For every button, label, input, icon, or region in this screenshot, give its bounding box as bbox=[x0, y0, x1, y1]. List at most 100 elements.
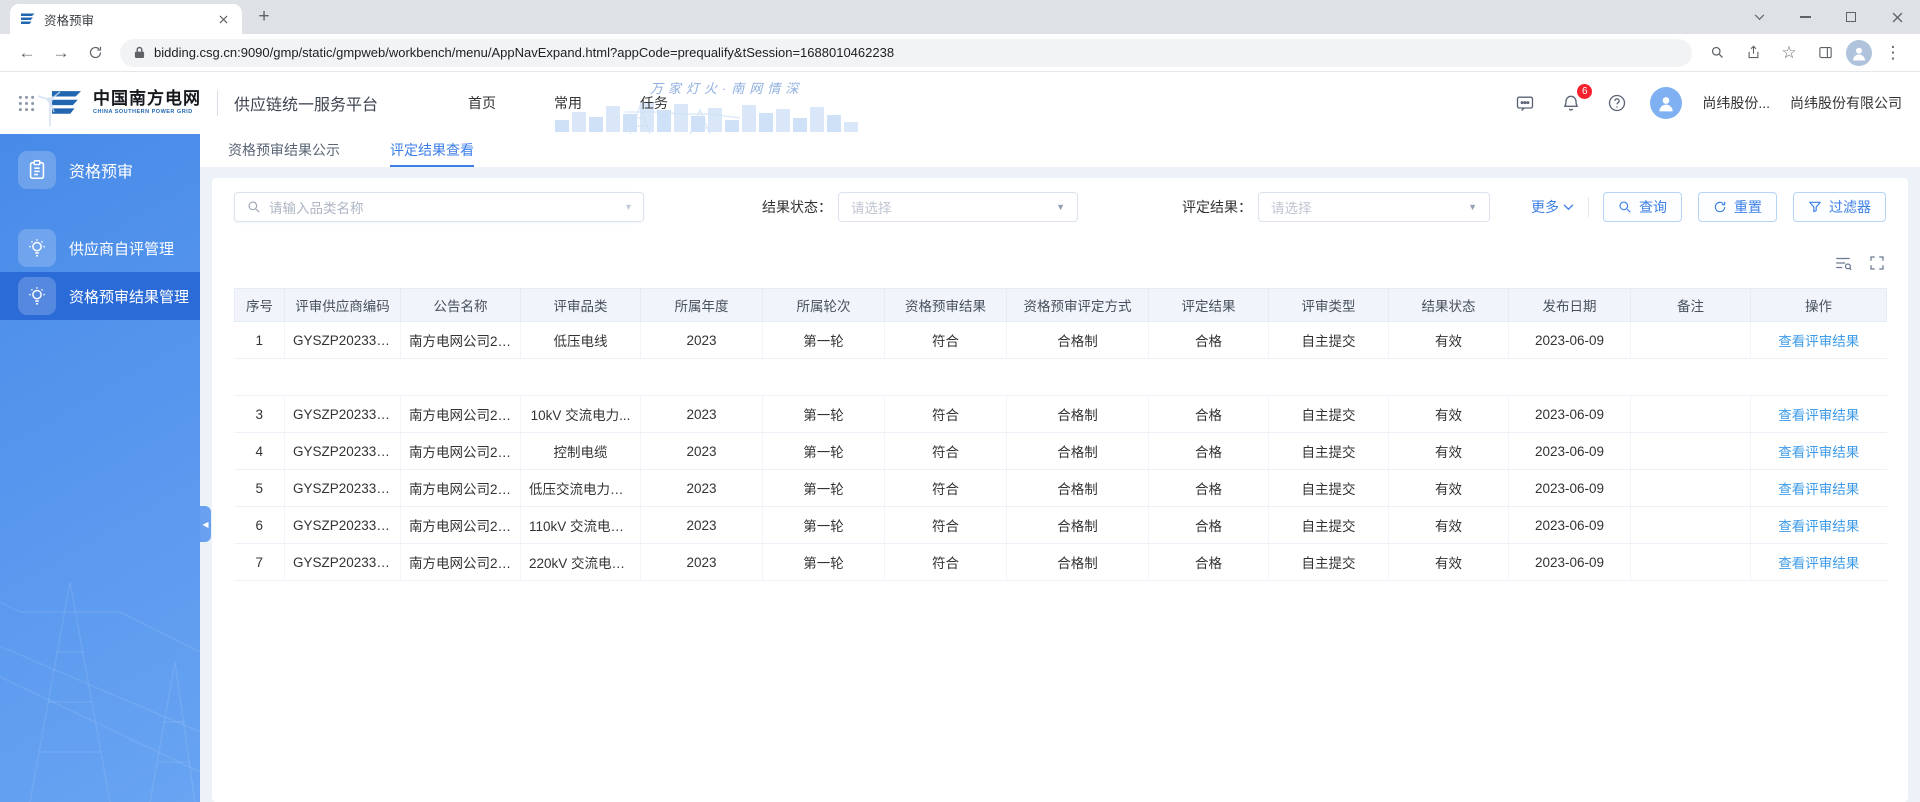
bookmark-star-icon[interactable]: ☆ bbox=[1774, 38, 1804, 68]
table-cell: 2023-06-09 bbox=[1508, 543, 1631, 581]
browser-url-bar: ← → bidding.csg.cn:9090/gmp/static/gmpwe… bbox=[0, 34, 1920, 72]
content-area: 资格预审结果公示 评定结果查看 请输入品类名称 ▾ 结果状态： 请选择 ▼ 评定… bbox=[200, 134, 1920, 802]
share-icon[interactable] bbox=[1738, 38, 1768, 68]
close-window-button[interactable] bbox=[1874, 0, 1920, 34]
table-cell: 合格 bbox=[1148, 469, 1269, 507]
message-icon[interactable] bbox=[1512, 90, 1538, 116]
table-settings-icon[interactable] bbox=[1834, 254, 1852, 272]
minimize-button[interactable] bbox=[1782, 0, 1828, 34]
table-cell: 第一轮 bbox=[762, 543, 885, 581]
view-review-result-link[interactable]: 查看评审结果 bbox=[1778, 556, 1859, 571]
table-row: 4 GYSZP20233535 南方电网公司20... 控制电缆 2023 第一轮 符合 合格… bbox=[234, 432, 1887, 470]
menu-kebab-icon[interactable]: ⋮ bbox=[1878, 38, 1908, 68]
table-cell bbox=[1630, 432, 1751, 470]
view-review-result-link[interactable]: 查看评审结果 bbox=[1778, 408, 1859, 423]
sidebar-collapse-handle[interactable]: ◀ bbox=[200, 506, 211, 542]
table-cell: 2023 bbox=[640, 469, 763, 507]
profile-avatar[interactable] bbox=[1846, 39, 1872, 66]
sidebar-item-prequalification-result-management[interactable]: 资格预审结果管理 bbox=[0, 272, 200, 320]
search-category-input[interactable]: 请输入品类名称 ▾ bbox=[234, 192, 644, 222]
tab-prequalification-result-publicity[interactable]: 资格预审结果公示 bbox=[228, 134, 340, 167]
user-name[interactable]: 尚纬股份... bbox=[1702, 93, 1770, 113]
column-header: 资格预审评定方式 bbox=[1006, 288, 1149, 322]
tab-title: 资格预审 bbox=[44, 13, 95, 28]
table-cell bbox=[1630, 543, 1751, 581]
more-button[interactable]: 更多 bbox=[1531, 197, 1574, 217]
view-review-result-link[interactable]: 查看评审结果 bbox=[1778, 334, 1859, 349]
maximize-button[interactable] bbox=[1828, 0, 1874, 34]
table-cell bbox=[1630, 395, 1751, 433]
reset-label: 重置 bbox=[1734, 199, 1762, 215]
table-cell: 6 bbox=[234, 506, 285, 544]
side-panel-icon[interactable] bbox=[1810, 38, 1840, 68]
nav-tasks[interactable]: 任务 bbox=[640, 93, 668, 113]
bulb-icon bbox=[18, 277, 56, 315]
table-head-row: 序号 评审供应商编码 公告名称 评审品类 所属年度 所属轮次 资格预审结果 资格预审评定方式评… bbox=[234, 288, 1887, 322]
table-cell: 合格 bbox=[1148, 543, 1269, 581]
table-cell: 符合 bbox=[884, 469, 1007, 507]
view-review-result-link[interactable]: 查看评审结果 bbox=[1778, 519, 1859, 534]
result-status-select[interactable]: 请选择 ▼ bbox=[838, 192, 1078, 222]
forward-button[interactable]: → bbox=[46, 38, 76, 68]
zoom-icon[interactable] bbox=[1702, 38, 1732, 68]
table-cell: 1 bbox=[234, 321, 285, 359]
nav-home[interactable]: 首页 bbox=[468, 93, 496, 113]
tab-evaluation-result-view[interactable]: 评定结果查看 bbox=[390, 134, 474, 167]
search-placeholder: 请输入品类名称 bbox=[269, 201, 364, 216]
url-text: bidding.csg.cn:9090/gmp/static/gmpweb/wo… bbox=[154, 45, 895, 60]
table-cell: GYSZP20233538 bbox=[284, 395, 401, 433]
table-cell: 2023-06-09 bbox=[1508, 432, 1631, 470]
tab-search-chevron-icon[interactable] bbox=[1736, 0, 1782, 34]
address-field[interactable]: bidding.csg.cn:9090/gmp/static/gmpweb/wo… bbox=[120, 38, 1692, 67]
table-cell: 南方电网公司20... bbox=[400, 469, 521, 507]
table-cell: 4 bbox=[234, 432, 285, 470]
query-button[interactable]: 查询 bbox=[1603, 192, 1682, 222]
browser-tab[interactable]: 资格预审 bbox=[10, 4, 242, 34]
company-name[interactable]: 尚纬股份有限公司 bbox=[1790, 93, 1902, 113]
column-header: 评审品类 bbox=[520, 288, 641, 322]
caret-down-icon: ▼ bbox=[1056, 202, 1065, 212]
new-tab-button[interactable]: + bbox=[250, 3, 278, 31]
nav-common[interactable]: 常用 bbox=[554, 93, 582, 113]
evaluation-result-select[interactable]: 请选择 ▼ bbox=[1258, 192, 1490, 222]
column-header: 所属轮次 bbox=[762, 288, 885, 322]
column-header: 备注 bbox=[1630, 288, 1751, 322]
column-header: 评定结果 bbox=[1148, 288, 1269, 322]
table-cell-action: 查看评审结果 bbox=[1750, 506, 1887, 544]
table-cell-action: 查看评审结果 bbox=[1750, 543, 1887, 581]
user-avatar[interactable] bbox=[1650, 87, 1683, 119]
csg-logo: 中国南方电网 CHINA SOUTHERN POWER GRID bbox=[49, 89, 201, 117]
reload-button[interactable] bbox=[80, 38, 110, 68]
header-divider bbox=[217, 90, 218, 116]
help-icon[interactable] bbox=[1604, 90, 1630, 116]
table-cell: 合格 bbox=[1148, 395, 1269, 433]
column-header: 序号 bbox=[234, 288, 285, 322]
table-cell: 合格 bbox=[1148, 506, 1269, 544]
table-cell: 自主提交 bbox=[1268, 432, 1389, 470]
sidebar-item-label: 资格预审 bbox=[69, 164, 134, 181]
close-tab-icon[interactable] bbox=[214, 10, 232, 28]
table-cell: GYSZP20233536 bbox=[284, 469, 401, 507]
filter-button[interactable]: 过滤器 bbox=[1793, 192, 1886, 222]
tower-line-art bbox=[0, 581, 200, 802]
browser-tab-bar: 资格预审 + bbox=[0, 0, 1920, 34]
table-body: 1 GYSZP20233539 南方电网公司20... 低压电线 2023 第一轮 符合 合格… bbox=[234, 321, 1887, 581]
sidebar-item-supplier-self-evaluation[interactable]: 供应商自评管理 bbox=[0, 224, 200, 272]
view-review-result-link[interactable]: 查看评审结果 bbox=[1778, 445, 1859, 460]
notification-bell-icon[interactable]: 6 bbox=[1558, 84, 1593, 116]
table-cell-action bbox=[1750, 358, 1887, 396]
window-controls bbox=[1736, 0, 1920, 34]
table-cell: 南方电网公司20... bbox=[400, 395, 521, 433]
table-cell bbox=[1148, 358, 1269, 396]
back-button[interactable]: ← bbox=[12, 38, 42, 68]
column-header: 评审供应商编码 bbox=[284, 288, 401, 322]
query-label: 查询 bbox=[1639, 199, 1667, 215]
sidebar-item-prequalification[interactable]: 资格预审 bbox=[0, 146, 200, 194]
table-cell: 符合 bbox=[884, 432, 1007, 470]
reset-button[interactable]: 重置 bbox=[1698, 192, 1777, 222]
apps-grid-icon[interactable] bbox=[18, 95, 35, 112]
view-review-result-link[interactable]: 查看评审结果 bbox=[1778, 482, 1859, 497]
table-cell bbox=[1508, 358, 1631, 396]
fullscreen-icon[interactable] bbox=[1868, 254, 1886, 272]
table-cell-action: 查看评审结果 bbox=[1750, 321, 1887, 359]
